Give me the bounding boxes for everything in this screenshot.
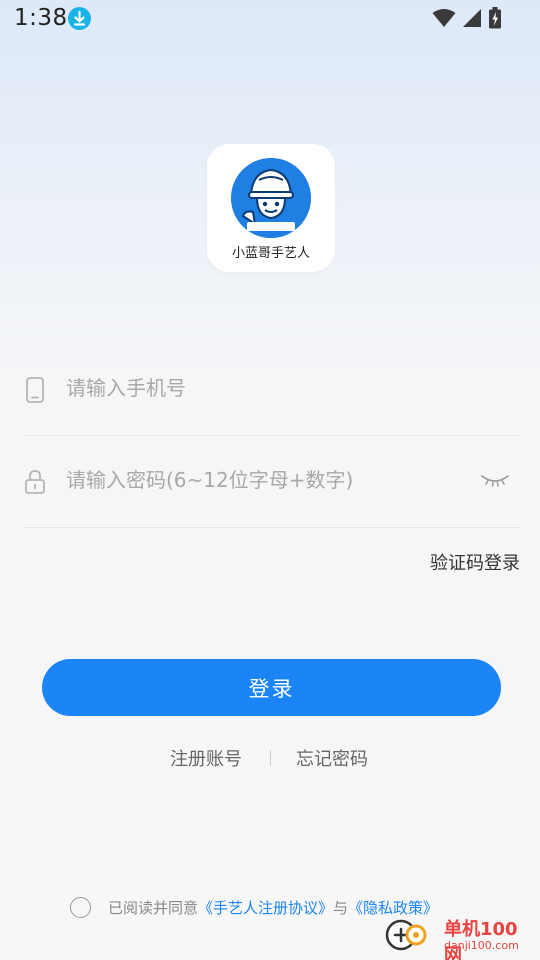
terms-link[interactable]: 《手艺人注册协议》 bbox=[198, 899, 333, 917]
download-icon bbox=[68, 7, 91, 30]
watermark-name: 单机100网 bbox=[444, 919, 518, 960]
agreement-prefix: 已阅读并同意 bbox=[108, 899, 199, 917]
lock-icon bbox=[24, 469, 46, 495]
app-logo: 小蓝哥手艺人 bbox=[207, 144, 335, 272]
account-links: 注册账号 忘记密码 bbox=[0, 745, 540, 771]
logo-mascot-image bbox=[231, 158, 311, 238]
app-name: 小蓝哥手艺人 bbox=[231, 246, 310, 261]
battery-charging-icon bbox=[488, 7, 502, 33]
signal-icon bbox=[462, 8, 482, 32]
watermark: 单机100网 danji100.com bbox=[384, 913, 534, 960]
register-link[interactable]: 注册账号 bbox=[170, 745, 242, 771]
eye-closed-icon[interactable] bbox=[480, 470, 510, 490]
watermark-logo-icon bbox=[384, 913, 428, 957]
phone-icon bbox=[24, 377, 46, 403]
wifi-icon bbox=[432, 8, 456, 32]
password-field bbox=[24, 436, 520, 528]
watermark-url: danji100.com bbox=[444, 939, 519, 952]
status-icons bbox=[432, 7, 502, 33]
login-button[interactable]: 登录 bbox=[42, 659, 501, 716]
status-time: 1:38 bbox=[14, 5, 68, 31]
phone-input[interactable] bbox=[66, 368, 466, 408]
phone-field bbox=[24, 344, 520, 436]
status-bar: 1:38 bbox=[0, 0, 540, 40]
forgot-password-link[interactable]: 忘记密码 bbox=[296, 745, 368, 771]
agreement-checkbox[interactable] bbox=[70, 897, 91, 918]
sms-login-link[interactable]: 验证码登录 bbox=[430, 549, 520, 575]
password-input[interactable] bbox=[66, 460, 466, 500]
agreement-conjunction: 与 bbox=[333, 899, 349, 917]
divider bbox=[270, 750, 271, 766]
